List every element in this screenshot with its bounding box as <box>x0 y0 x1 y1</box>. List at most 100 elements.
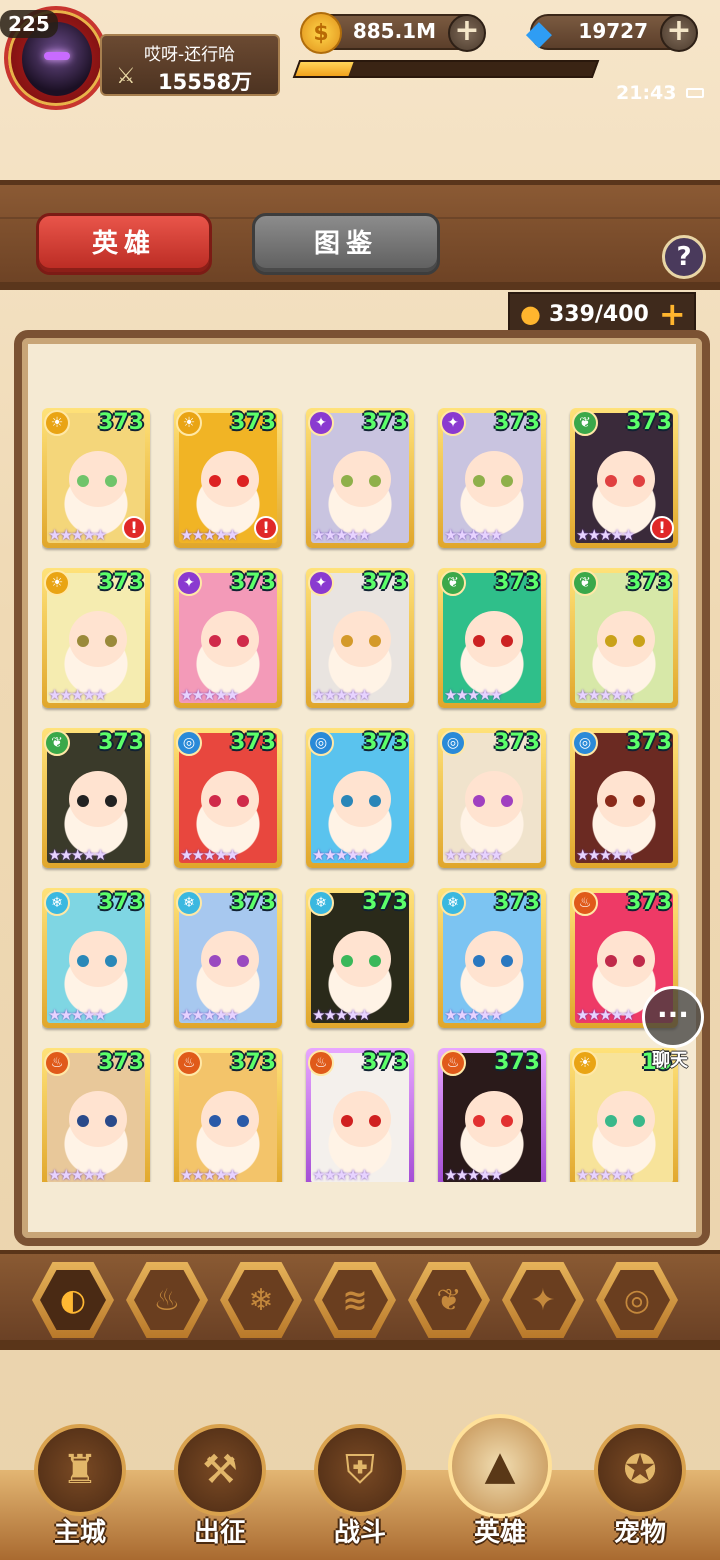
hero-card[interactable]: ♨ 373 ★★★★★ <box>42 1048 150 1182</box>
nav-item-4[interactable]: ✪ 宠物 <box>580 1420 700 1560</box>
experience-fill <box>295 62 354 76</box>
fire-element-icon: ♨ <box>440 1050 466 1076</box>
ice-element-icon: ❄ <box>440 890 466 916</box>
star-rating: ★★★★★ <box>48 526 107 544</box>
gem-counter: ◆ 19727 + <box>526 13 698 53</box>
hero-eye <box>237 1115 249 1127</box>
hero-card[interactable]: ♨ 373 ★★★★★ <box>438 1048 546 1182</box>
castle-icon: ♜ <box>34 1424 126 1516</box>
hero-eye <box>633 955 645 967</box>
add-gold-button[interactable]: + <box>448 14 486 52</box>
hero-card[interactable]: ◎ 373 ★★★★★ <box>306 728 414 868</box>
bottom-navigation: ♜ 主城 ⚒ 出征 ⛨ 战斗 ▲ 英雄 ✪ 宠物 <box>0 1414 720 1560</box>
hero-eye <box>369 1115 381 1127</box>
hero-level: 373 <box>98 890 144 915</box>
fire-element-icon: ♨ <box>572 890 598 916</box>
hero-card[interactable]: ☀ 373 ★★★★★! <box>174 408 282 548</box>
nature-filter-icon: ❦ <box>416 1270 482 1330</box>
add-gems-button[interactable]: + <box>660 14 698 52</box>
hero-level: 373 <box>230 1050 276 1075</box>
help-button[interactable]: ? <box>662 235 706 279</box>
hero-eye <box>501 795 513 807</box>
hero-level: 373 <box>230 730 276 755</box>
hero-card[interactable]: ❦ 373 ★★★★★ <box>570 568 678 708</box>
hero-eye <box>341 795 353 807</box>
hero-grid: ☀ 373 ★★★★★! ☀ 373 ★★★★★! ✦ 373 ★★★★★ ✦ 373 ★★★★★ ❦ 3… <box>42 408 682 1182</box>
hero-card[interactable]: ◎ 373 ★★★★★ <box>174 728 282 868</box>
hero-eye <box>237 635 249 647</box>
hero-level: 373 <box>494 890 540 915</box>
water-filter-button[interactable]: ◎ <box>596 1262 678 1338</box>
diamond-icon: ◆ <box>525 13 553 53</box>
star-rating: ★★★★★ <box>180 1166 239 1182</box>
nav-item-0[interactable]: ♜ 主城 <box>20 1420 140 1560</box>
hero-card[interactable]: ◎ 373 ★★★★★ <box>570 728 678 868</box>
hero-card[interactable]: ◎ 373 ★★★★★ <box>438 728 546 868</box>
hero-card[interactable]: ✦ 373 ★★★★★ <box>438 408 546 548</box>
experience-bar <box>292 60 600 78</box>
star-rating: ★★★★★ <box>312 846 371 864</box>
tab-heroes[interactable]: 英雄 <box>36 213 212 275</box>
expand-capacity-button[interactable]: + <box>659 295 686 333</box>
hero-eye <box>209 955 221 967</box>
hero-card[interactable]: ❄ 373 ★★★★★ <box>174 888 282 1028</box>
dark-element-icon: ✦ <box>440 410 466 436</box>
tab-codex[interactable]: 图鉴 <box>252 213 440 275</box>
nav-label: 英雄 <box>473 1518 526 1548</box>
fire-filter-button[interactable]: ♨ <box>126 1262 208 1338</box>
star-rating: ★★★★★ <box>576 846 635 864</box>
hero-eye <box>209 795 221 807</box>
hero-card[interactable]: ❄ 373 ★★★★★ <box>438 888 546 1028</box>
all-filter-button[interactable]: ◐ <box>32 1262 114 1338</box>
nav-item-3[interactable]: ▲ 英雄 <box>440 1414 560 1560</box>
hero-card[interactable]: ❄ 373 ★★★★★ <box>42 888 150 1028</box>
fire-element-icon: ♨ <box>44 1050 70 1076</box>
nav-label: 出征 <box>193 1518 246 1548</box>
hero-level: 373 <box>494 1050 540 1075</box>
nav-item-2[interactable]: ⛨ 战斗 <box>300 1420 420 1560</box>
nav-item-1[interactable]: ⚒ 出征 <box>160 1420 280 1560</box>
dark-filter-button[interactable]: ✦ <box>502 1262 584 1338</box>
hero-card[interactable]: ♨ 373 ★★★★★ <box>174 1048 282 1182</box>
nature-element-icon: ❦ <box>572 410 598 436</box>
player-info-plate[interactable]: 哎呀-还行哈 ⚔ 15558万 <box>100 34 280 96</box>
hero-card[interactable]: ❦ 373 ★★★★★ <box>42 728 150 868</box>
hero-card[interactable]: ❦ 373 ★★★★★ <box>438 568 546 708</box>
hero-card[interactable]: ✦ 373 ★★★★★ <box>306 568 414 708</box>
ice-filter-button[interactable]: ❄ <box>220 1262 302 1338</box>
hero-level: 373 <box>230 410 276 435</box>
nav-label: 主城 <box>53 1518 106 1548</box>
hero-eye <box>77 795 89 807</box>
hero-eye <box>105 955 117 967</box>
dark-element-icon: ✦ <box>176 570 202 596</box>
hero-card[interactable]: ❄ 373 ★★★★★ <box>306 888 414 1028</box>
element-filter-bar: ◐ ♨ ❄ ≋ ❦ ✦ ◎ <box>0 1250 720 1350</box>
all-filter-icon: ◐ <box>40 1270 106 1330</box>
star-rating: ★★★★★ <box>576 1166 635 1182</box>
hero-card[interactable]: ✦ 373 ★★★★★ <box>174 568 282 708</box>
wind-filter-button[interactable]: ≋ <box>314 1262 396 1338</box>
star-rating: ★★★★★ <box>48 686 107 704</box>
hero-eye <box>341 1115 353 1127</box>
hero-level: 373 <box>362 410 408 435</box>
player-name: 哎呀-还行哈 <box>144 45 236 65</box>
hero-level: 373 <box>626 410 672 435</box>
star-rating: ★★★★★ <box>180 526 239 544</box>
hero-card[interactable]: ✦ 373 ★★★★★ <box>306 408 414 548</box>
nature-element-icon: ❦ <box>44 730 70 756</box>
hero-eye <box>77 955 89 967</box>
water-element-icon: ◎ <box>308 730 334 756</box>
nature-filter-button[interactable]: ❦ <box>408 1262 490 1338</box>
hero-card[interactable]: ☀ 373 ★★★★★ <box>42 568 150 708</box>
star-rating: ★★★★★ <box>312 526 371 544</box>
fire-filter-icon: ♨ <box>134 1270 200 1330</box>
hero-level: 373 <box>494 410 540 435</box>
hero-card[interactable]: ❦ 373 ★★★★★! <box>570 408 678 548</box>
star-rating: ★★★★★ <box>444 526 503 544</box>
hero-level: 373 <box>494 730 540 755</box>
chat-button[interactable]: ··· <box>642 986 704 1048</box>
hero-card[interactable]: ☀ 373 ★★★★★! <box>42 408 150 548</box>
star-rating: ★★★★★ <box>312 1166 371 1182</box>
person-icon: ● <box>520 300 541 328</box>
hero-card[interactable]: ♨ 373 ★★★★★ <box>306 1048 414 1182</box>
